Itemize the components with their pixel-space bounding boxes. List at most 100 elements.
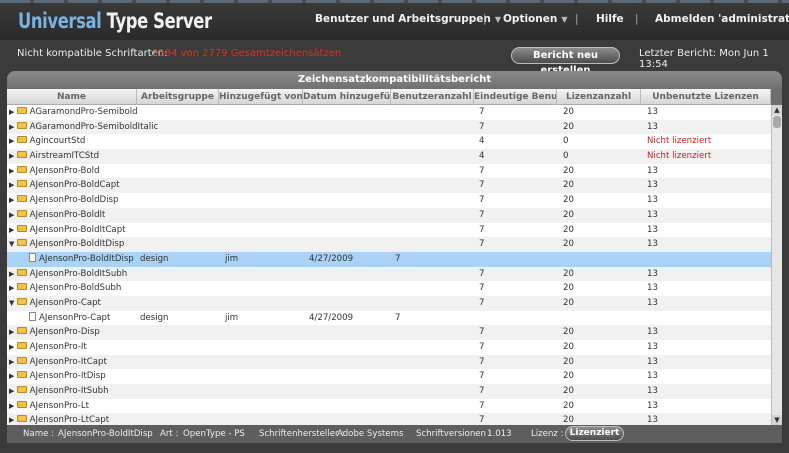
unique-cell: 7 <box>479 400 485 411</box>
unique-cell: 7 <box>479 121 485 132</box>
scroll-thumb[interactable] <box>773 116 781 128</box>
nav-users-menu[interactable]: Benutzer und Arbeitsgruppen ▼ <box>315 13 501 25</box>
footer-license-label: Lizenz : <box>531 429 564 439</box>
font-family-row[interactable]: ▶ AgincourtStd 4 0 Nicht lizenziert <box>7 134 771 149</box>
font-family-row[interactable]: ▶ AJensonPro-ItSubh 7 20 13 <box>7 384 771 399</box>
font-family-row[interactable]: ▶ AJensonPro-LtCapt 7 20 13 <box>7 413 771 425</box>
column-header[interactable]: Hinzugefügt von <box>219 89 303 105</box>
users-cell: 7 <box>395 312 401 323</box>
font-family-row[interactable]: ▶ AGaramondPro-SemiboldItalic 7 20 13 <box>7 119 771 135</box>
font-family-row[interactable]: ▶ AJensonPro-BoldIt 7 20 13 <box>7 207 771 223</box>
name-cell: ▶ AGaramondPro-Semibold <box>9 105 138 120</box>
collapsed-arrow-icon[interactable]: ▶ <box>9 328 17 336</box>
font-family-row[interactable]: ▶ AJensonPro-It 7 20 13 <box>7 340 771 355</box>
lic-cell: 20 <box>563 239 574 250</box>
name-cell: ▶ AirstreamITCStd <box>9 149 99 164</box>
main-nav: Benutzer und Arbeitsgruppen ▼ | Optionen ▼… <box>0 13 789 31</box>
name-cell: ▶ AgincourtStd <box>9 134 85 149</box>
font-family-row[interactable]: ▶ AJensonPro-Disp 7 20 13 <box>7 325 771 340</box>
font-family-row[interactable]: ▶ AJensonPro-BoldItSubh 7 20 13 <box>7 266 771 282</box>
scroll-up-icon[interactable]: ▲ <box>772 105 782 115</box>
font-family-row[interactable]: ▼ AJensonPro-Capt 7 20 13 <box>7 295 771 311</box>
font-family-row[interactable]: ▶ AJensonPro-Lt 7 20 13 <box>7 399 771 414</box>
lic-cell: 20 <box>563 224 574 235</box>
lic-cell: 20 <box>563 297 574 308</box>
unique-cell: 7 <box>479 297 485 308</box>
nav-help-link[interactable]: Hilfe <box>596 13 624 25</box>
lic-cell: 20 <box>563 209 574 220</box>
font-family-row[interactable]: ▶ AJensonPro-BoldItCapt 7 20 13 <box>7 223 771 238</box>
font-file-row[interactable]: AJensonPro-BoldItDisp design jim 4/27/2009 7 <box>7 251 771 267</box>
font-family-row[interactable]: ▶ AirstreamITCStd 4 0 Nicht lizenziert <box>7 149 771 164</box>
name-cell: ▶ AJensonPro-BoldItCapt <box>9 223 126 238</box>
unused-cell: 13 <box>647 327 658 338</box>
group-cell: design <box>140 312 169 323</box>
unused-cell: 13 <box>647 239 658 250</box>
report-table[interactable]: ▶ AGaramondPro-Semibold 7 20 13 ▶ AGaramondP… <box>7 105 771 425</box>
column-header[interactable]: Eindeutige Benut... <box>474 89 557 105</box>
font-family-row[interactable]: ▶ AJensonPro-ItCapt 7 20 13 <box>7 354 771 370</box>
font-name: AJensonPro-BoldItCapt <box>29 224 126 235</box>
lic-cell: 20 <box>563 386 574 397</box>
collapsed-arrow-icon[interactable]: ▶ <box>9 196 17 204</box>
font-name: AJensonPro-BoldDisp <box>29 195 119 206</box>
font-file-row[interactable]: AJensonPro-Capt design jim 4/27/2009 7 <box>7 311 771 326</box>
lic-cell: 20 <box>563 371 574 382</box>
unique-cell: 7 <box>479 224 485 235</box>
collapsed-arrow-icon[interactable]: ▶ <box>9 358 17 366</box>
expanded-arrow-icon[interactable]: ▼ <box>9 240 17 248</box>
collapsed-arrow-icon[interactable]: ▶ <box>9 270 17 278</box>
unused-cell: 13 <box>647 386 658 397</box>
unique-cell: 7 <box>479 180 485 191</box>
scroll-down-icon[interactable]: ▼ <box>772 415 782 425</box>
column-header[interactable]: Name <box>7 89 137 105</box>
font-family-row[interactable]: ▶ AGaramondPro-Semibold 7 20 13 <box>7 105 771 120</box>
column-header[interactable]: Lizenzanzahl <box>557 89 641 105</box>
collapsed-arrow-icon[interactable]: ▶ <box>9 416 17 424</box>
collapsed-arrow-icon[interactable]: ▶ <box>9 402 17 410</box>
font-name: AJensonPro-BoldIt <box>29 209 106 220</box>
collapsed-arrow-icon[interactable]: ▶ <box>9 167 17 175</box>
unused-cell: 13 <box>647 400 658 411</box>
collapsed-arrow-icon[interactable]: ▶ <box>9 387 17 395</box>
nav-logout-link[interactable]: Abmelden 'administrator' <box>655 13 789 25</box>
font-name: AJensonPro-ItCapt <box>29 356 107 367</box>
unique-cell: 7 <box>479 356 485 367</box>
name-cell: ▶ AJensonPro-ItSubh <box>9 384 109 399</box>
date-cell: 4/27/2009 <box>309 253 354 264</box>
collapsed-arrow-icon[interactable]: ▶ <box>9 284 17 292</box>
font-family-row[interactable]: ▼ AJensonPro-BoldItDisp 7 20 13 <box>7 237 771 252</box>
column-header[interactable]: Datum hinzugefügt <box>303 89 391 105</box>
expanded-arrow-icon[interactable]: ▼ <box>9 299 17 307</box>
chevron-down-icon: ▼ <box>561 15 568 24</box>
font-family-row[interactable]: ▶ AJensonPro-BoldCapt 7 20 13 <box>7 178 771 194</box>
collapsed-arrow-icon[interactable]: ▶ <box>9 211 17 219</box>
license-status-button[interactable]: Lizenziert <box>565 426 624 441</box>
collapsed-arrow-icon[interactable]: ▶ <box>9 123 17 131</box>
column-header[interactable]: Unbenutzte Lizenzen <box>641 89 771 105</box>
font-name: AJensonPro-Bold <box>29 165 100 176</box>
collapsed-arrow-icon[interactable]: ▶ <box>9 152 17 160</box>
collapsed-arrow-icon[interactable]: ▶ <box>9 137 17 145</box>
nav-options-menu[interactable]: Optionen ▼ <box>503 13 568 25</box>
footer-version-label: Schriftversionen : <box>416 429 492 439</box>
font-name: AJensonPro-BoldSubh <box>29 283 122 294</box>
collapsed-arrow-icon[interactable]: ▶ <box>9 226 17 234</box>
collapsed-arrow-icon[interactable]: ▶ <box>9 372 17 380</box>
unique-cell: 7 <box>479 327 485 338</box>
unique-cell: 7 <box>479 371 485 382</box>
column-header[interactable]: Arbeitsgruppe <box>137 89 219 105</box>
column-header[interactable]: Benutzeranzahl <box>391 89 474 105</box>
collapsed-arrow-icon[interactable]: ▶ <box>9 181 17 189</box>
collapsed-arrow-icon[interactable]: ▶ <box>9 108 17 116</box>
font-family-row[interactable]: ▶ AJensonPro-ItDisp 7 20 13 <box>7 369 771 384</box>
font-family-row[interactable]: ▶ AJensonPro-BoldSubh 7 20 13 <box>7 281 771 296</box>
folder-icon <box>16 224 27 232</box>
unique-cell: 7 <box>479 283 485 294</box>
collapsed-arrow-icon[interactable]: ▶ <box>9 343 17 351</box>
lic-cell: 20 <box>563 342 574 352</box>
regenerate-report-button[interactable]: Bericht neu erstellen <box>511 47 620 76</box>
vertical-scrollbar[interactable]: ▲ ▼ <box>771 105 782 425</box>
font-family-row[interactable]: ▶ AJensonPro-Bold 7 20 13 <box>7 164 771 179</box>
font-family-row[interactable]: ▶ AJensonPro-BoldDisp 7 20 13 <box>7 193 771 208</box>
